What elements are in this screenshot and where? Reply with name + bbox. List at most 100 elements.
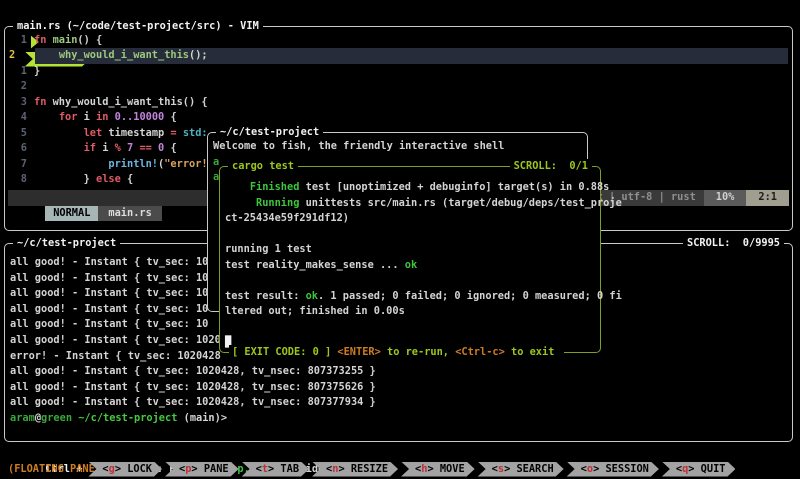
terminal-line: Finished test [unoptimized + debuginfo] … [225, 180, 597, 196]
text-token: Finished [250, 181, 300, 193]
text-token: % [115, 142, 127, 154]
vim-filename: main.rs [98, 206, 161, 222]
text-token: why_would_i_want_this [59, 49, 189, 61]
shell-pane-title: ~/c/test-project [13, 236, 120, 251]
line-number: 2 [9, 48, 27, 63]
keybind-key-letter: h [421, 463, 427, 475]
vim-cursor-position: 2:1 [746, 190, 789, 206]
terminal-line: Running unittests src/main.rs (target/de… [225, 196, 597, 212]
text-token: all good! - Instant { tv_sec: 10 [10, 256, 208, 268]
keybind-move[interactable]: <h> MOVE [401, 462, 475, 477]
terminal-line [225, 227, 597, 243]
text-token: unittests src/main.rs (target/debug/deps… [299, 197, 621, 209]
text-token: to re-run, [381, 346, 455, 358]
text-token: all good! - Instant { tv_sec: 10 [10, 272, 208, 284]
text-token: ~/c/test-project [78, 412, 177, 424]
text-token: 7 [127, 142, 139, 154]
text-token: ct-25434e59f291df12) [225, 212, 349, 224]
text-token: ok [306, 290, 318, 302]
keybind-key-letter: q [682, 463, 688, 475]
keybind-session[interactable]: <o> SESSION [567, 462, 659, 477]
terminal-line: Welcome to fish, the friendly interactiv… [213, 139, 583, 155]
line-number: 5 [9, 126, 27, 141]
keybinding-bar: Ctrl +<g> LOCK<p> PANE<t> TAB<n> RESIZE<… [0, 445, 800, 479]
terminal-line [225, 320, 597, 336]
terminal-line [225, 273, 597, 289]
text-token: error! - Instant { tv_sec: 1020428 [10, 350, 221, 362]
text-token: all good! - Instant { tv_sec: 1020428, t… [10, 396, 376, 408]
text-token: fn [34, 34, 53, 46]
keybind-pane[interactable]: <p> PANE [165, 462, 239, 477]
text-token: fn [34, 96, 53, 108]
vim-scroll-percent: 10% [704, 190, 747, 206]
keybind-key-letter: g [109, 463, 115, 475]
text-token: all good! - Instant { tv_sec: 10 [10, 303, 208, 315]
text-token: = [170, 127, 182, 139]
terminal-line: 2 [9, 79, 788, 94]
vim-mode-indicator: NORMAL [45, 206, 98, 222]
line-number: 8 [9, 172, 27, 187]
text-token: } [34, 65, 40, 77]
text-token [34, 142, 84, 154]
text-token: all good! - Instant { tv_sec: 1020428, t… [10, 365, 376, 377]
terminal-line: 1} [9, 64, 788, 79]
text-token: aram [10, 412, 35, 424]
cargo-pane-title: cargo test [228, 159, 298, 174]
cargo-test-floating-pane[interactable]: cargo test SCROLL: 0/1 Finished test [un… [219, 166, 601, 353]
text-token: { [121, 173, 133, 185]
text-token: all good! - Instant { tv_sec: 10 [10, 287, 208, 299]
keybind-key-letter: s [498, 463, 504, 475]
terminal-line: all good! - Instant { tv_sec: 1020428, t… [10, 395, 789, 411]
keybind-search[interactable]: <s> SEARCH [478, 462, 564, 477]
text-token: { [164, 111, 176, 123]
text-token [34, 111, 59, 123]
text-token: } [34, 173, 96, 185]
text-token: test result: [225, 290, 306, 302]
cargo-exit-code-footer: [ EXIT CODE: 0 ] <ENTER> to re-run, <Ctr… [229, 345, 564, 360]
text-token: running 1 test [225, 243, 312, 255]
text-token: [ EXIT CODE: 0 ] [232, 346, 337, 358]
text-token: in [96, 111, 115, 123]
shell-scroll-indicator: SCROLL: 0/9995 [683, 236, 784, 251]
text-token: (); [189, 49, 208, 61]
text-token: (main)> [184, 412, 227, 424]
keybind-resize[interactable]: <n> RESIZE [312, 462, 398, 477]
terminal-line: all good! - Instant { tv_sec: 1020428, t… [10, 380, 789, 396]
text-token: test [unoptimized + debuginfo] target(s)… [299, 181, 609, 193]
keybinding-ribbons: <g> LOCK<p> PANE<t> TAB<n> RESIZE<h> MOV… [88, 463, 738, 475]
text-token: 0..10000 [115, 111, 165, 123]
text-token: test reality_makes_sense ... [225, 259, 405, 271]
line-number: 2 [9, 79, 27, 94]
text-token [34, 127, 84, 139]
text-token: <ENTER> [337, 346, 380, 358]
terminal-line: 1fn main() { [9, 33, 788, 48]
text-token: ltered out; finished in 0.00s [225, 305, 405, 317]
terminal-line: test reality_makes_sense ... ok [225, 258, 597, 274]
text-token: <Ctrl-c> [455, 346, 505, 358]
text-token: "error! [164, 158, 207, 170]
text-token: a [213, 156, 219, 168]
keybind-lock[interactable]: <g> LOCK [88, 462, 162, 477]
text-token: all good! - Instant { tv_sec: 1020428, t… [10, 381, 376, 393]
text-token [225, 197, 256, 209]
keybind-quit[interactable]: <q> QUIT [662, 462, 736, 477]
text-token: i [84, 111, 96, 123]
keybind-tab[interactable]: <t> TAB [242, 462, 309, 477]
text-token: timestamp [108, 127, 170, 139]
text-token: else [96, 173, 121, 185]
keybind-key-letter: t [262, 463, 268, 475]
text-token: ok [405, 259, 417, 271]
text-token: == [139, 142, 158, 154]
text-token: main [53, 34, 78, 46]
text-token: for [59, 111, 84, 123]
zellij-screen: Zellij (sophisticated-sun) Tab #1 main.r… [0, 0, 800, 479]
text-token: () { [77, 34, 102, 46]
cargo-scroll-indicator: SCROLL: 0/1 [510, 159, 592, 174]
text-token: . 1 passed; 0 failed; 0 ignored; 0 measu… [318, 290, 622, 302]
text-token: std: [183, 127, 208, 139]
terminal-line: 4 for i in 0..10000 { [9, 110, 788, 125]
line-number: 1 [9, 64, 27, 79]
text-token: println! [108, 158, 158, 170]
text-token: why_would_i_want_this() { [53, 96, 208, 108]
terminal-line: ct-25434e59f291df12) [225, 211, 597, 227]
